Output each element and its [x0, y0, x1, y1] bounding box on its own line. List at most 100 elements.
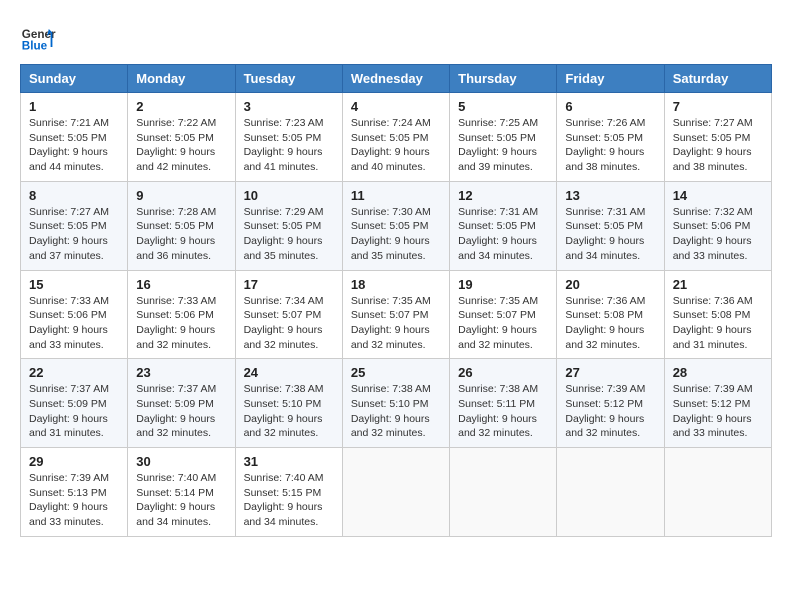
- calendar-cell: 11 Sunrise: 7:30 AM Sunset: 5:05 PM Dayl…: [342, 181, 449, 270]
- day-info: Sunrise: 7:27 AM Sunset: 5:05 PM Dayligh…: [29, 205, 119, 264]
- calendar-cell: 21 Sunrise: 7:36 AM Sunset: 5:08 PM Dayl…: [664, 270, 771, 359]
- day-info: Sunrise: 7:28 AM Sunset: 5:05 PM Dayligh…: [136, 205, 226, 264]
- day-number: 26: [458, 365, 548, 380]
- day-number: 7: [673, 99, 763, 114]
- day-info: Sunrise: 7:39 AM Sunset: 5:12 PM Dayligh…: [673, 382, 763, 441]
- calendar-cell: 6 Sunrise: 7:26 AM Sunset: 5:05 PM Dayli…: [557, 93, 664, 182]
- calendar-cell: 17 Sunrise: 7:34 AM Sunset: 5:07 PM Dayl…: [235, 270, 342, 359]
- day-header-friday: Friday: [557, 65, 664, 93]
- calendar-table: SundayMondayTuesdayWednesdayThursdayFrid…: [20, 64, 772, 537]
- day-info: Sunrise: 7:25 AM Sunset: 5:05 PM Dayligh…: [458, 116, 548, 175]
- day-info: Sunrise: 7:29 AM Sunset: 5:05 PM Dayligh…: [244, 205, 334, 264]
- day-number: 30: [136, 454, 226, 469]
- day-info: Sunrise: 7:30 AM Sunset: 5:05 PM Dayligh…: [351, 205, 441, 264]
- day-header-sunday: Sunday: [21, 65, 128, 93]
- day-number: 25: [351, 365, 441, 380]
- day-number: 15: [29, 277, 119, 292]
- day-info: Sunrise: 7:40 AM Sunset: 5:14 PM Dayligh…: [136, 471, 226, 530]
- day-number: 1: [29, 99, 119, 114]
- day-info: Sunrise: 7:39 AM Sunset: 5:12 PM Dayligh…: [565, 382, 655, 441]
- calendar-cell: 30 Sunrise: 7:40 AM Sunset: 5:14 PM Dayl…: [128, 448, 235, 537]
- page-container: General Blue SundayMondayTuesdayWednesda…: [20, 20, 772, 537]
- day-info: Sunrise: 7:22 AM Sunset: 5:05 PM Dayligh…: [136, 116, 226, 175]
- calendar-cell: 15 Sunrise: 7:33 AM Sunset: 5:06 PM Dayl…: [21, 270, 128, 359]
- calendar-cell: 24 Sunrise: 7:38 AM Sunset: 5:10 PM Dayl…: [235, 359, 342, 448]
- calendar-cell: [342, 448, 449, 537]
- week-row-4: 22 Sunrise: 7:37 AM Sunset: 5:09 PM Dayl…: [21, 359, 772, 448]
- day-number: 5: [458, 99, 548, 114]
- day-number: 20: [565, 277, 655, 292]
- calendar-cell: 9 Sunrise: 7:28 AM Sunset: 5:05 PM Dayli…: [128, 181, 235, 270]
- day-number: 13: [565, 188, 655, 203]
- day-header-tuesday: Tuesday: [235, 65, 342, 93]
- day-header-saturday: Saturday: [664, 65, 771, 93]
- calendar-cell: [557, 448, 664, 537]
- day-number: 21: [673, 277, 763, 292]
- day-info: Sunrise: 7:35 AM Sunset: 5:07 PM Dayligh…: [351, 294, 441, 353]
- calendar-cell: 13 Sunrise: 7:31 AM Sunset: 5:05 PM Dayl…: [557, 181, 664, 270]
- week-row-1: 1 Sunrise: 7:21 AM Sunset: 5:05 PM Dayli…: [21, 93, 772, 182]
- day-number: 11: [351, 188, 441, 203]
- day-info: Sunrise: 7:26 AM Sunset: 5:05 PM Dayligh…: [565, 116, 655, 175]
- calendar-cell: 23 Sunrise: 7:37 AM Sunset: 5:09 PM Dayl…: [128, 359, 235, 448]
- day-info: Sunrise: 7:34 AM Sunset: 5:07 PM Dayligh…: [244, 294, 334, 353]
- day-number: 19: [458, 277, 548, 292]
- day-info: Sunrise: 7:33 AM Sunset: 5:06 PM Dayligh…: [29, 294, 119, 353]
- calendar-cell: [664, 448, 771, 537]
- day-number: 4: [351, 99, 441, 114]
- calendar-cell: 25 Sunrise: 7:38 AM Sunset: 5:10 PM Dayl…: [342, 359, 449, 448]
- calendar-cell: 10 Sunrise: 7:29 AM Sunset: 5:05 PM Dayl…: [235, 181, 342, 270]
- day-number: 10: [244, 188, 334, 203]
- day-number: 27: [565, 365, 655, 380]
- day-info: Sunrise: 7:38 AM Sunset: 5:10 PM Dayligh…: [244, 382, 334, 441]
- calendar-cell: 8 Sunrise: 7:27 AM Sunset: 5:05 PM Dayli…: [21, 181, 128, 270]
- calendar-cell: [450, 448, 557, 537]
- day-number: 24: [244, 365, 334, 380]
- day-number: 12: [458, 188, 548, 203]
- day-header-row: SundayMondayTuesdayWednesdayThursdayFrid…: [21, 65, 772, 93]
- calendar-cell: 14 Sunrise: 7:32 AM Sunset: 5:06 PM Dayl…: [664, 181, 771, 270]
- day-number: 9: [136, 188, 226, 203]
- day-number: 3: [244, 99, 334, 114]
- day-info: Sunrise: 7:37 AM Sunset: 5:09 PM Dayligh…: [29, 382, 119, 441]
- day-number: 6: [565, 99, 655, 114]
- day-header-monday: Monday: [128, 65, 235, 93]
- day-header-wednesday: Wednesday: [342, 65, 449, 93]
- day-info: Sunrise: 7:31 AM Sunset: 5:05 PM Dayligh…: [458, 205, 548, 264]
- day-info: Sunrise: 7:37 AM Sunset: 5:09 PM Dayligh…: [136, 382, 226, 441]
- day-number: 28: [673, 365, 763, 380]
- calendar-cell: 12 Sunrise: 7:31 AM Sunset: 5:05 PM Dayl…: [450, 181, 557, 270]
- day-number: 23: [136, 365, 226, 380]
- logo: General Blue: [20, 20, 56, 56]
- calendar-cell: 20 Sunrise: 7:36 AM Sunset: 5:08 PM Dayl…: [557, 270, 664, 359]
- calendar-cell: 19 Sunrise: 7:35 AM Sunset: 5:07 PM Dayl…: [450, 270, 557, 359]
- calendar-cell: 18 Sunrise: 7:35 AM Sunset: 5:07 PM Dayl…: [342, 270, 449, 359]
- day-header-thursday: Thursday: [450, 65, 557, 93]
- calendar-cell: 26 Sunrise: 7:38 AM Sunset: 5:11 PM Dayl…: [450, 359, 557, 448]
- day-info: Sunrise: 7:31 AM Sunset: 5:05 PM Dayligh…: [565, 205, 655, 264]
- calendar-cell: 5 Sunrise: 7:25 AM Sunset: 5:05 PM Dayli…: [450, 93, 557, 182]
- calendar-cell: 4 Sunrise: 7:24 AM Sunset: 5:05 PM Dayli…: [342, 93, 449, 182]
- day-number: 2: [136, 99, 226, 114]
- calendar-cell: 1 Sunrise: 7:21 AM Sunset: 5:05 PM Dayli…: [21, 93, 128, 182]
- day-info: Sunrise: 7:24 AM Sunset: 5:05 PM Dayligh…: [351, 116, 441, 175]
- header: General Blue: [20, 20, 772, 56]
- logo-icon: General Blue: [20, 20, 56, 56]
- day-number: 16: [136, 277, 226, 292]
- calendar-cell: 28 Sunrise: 7:39 AM Sunset: 5:12 PM Dayl…: [664, 359, 771, 448]
- day-info: Sunrise: 7:38 AM Sunset: 5:10 PM Dayligh…: [351, 382, 441, 441]
- day-number: 14: [673, 188, 763, 203]
- week-row-5: 29 Sunrise: 7:39 AM Sunset: 5:13 PM Dayl…: [21, 448, 772, 537]
- day-number: 8: [29, 188, 119, 203]
- day-info: Sunrise: 7:38 AM Sunset: 5:11 PM Dayligh…: [458, 382, 548, 441]
- calendar-cell: 22 Sunrise: 7:37 AM Sunset: 5:09 PM Dayl…: [21, 359, 128, 448]
- day-number: 22: [29, 365, 119, 380]
- day-number: 18: [351, 277, 441, 292]
- day-number: 29: [29, 454, 119, 469]
- calendar-cell: 31 Sunrise: 7:40 AM Sunset: 5:15 PM Dayl…: [235, 448, 342, 537]
- day-info: Sunrise: 7:39 AM Sunset: 5:13 PM Dayligh…: [29, 471, 119, 530]
- day-info: Sunrise: 7:23 AM Sunset: 5:05 PM Dayligh…: [244, 116, 334, 175]
- day-info: Sunrise: 7:21 AM Sunset: 5:05 PM Dayligh…: [29, 116, 119, 175]
- day-number: 31: [244, 454, 334, 469]
- calendar-cell: 16 Sunrise: 7:33 AM Sunset: 5:06 PM Dayl…: [128, 270, 235, 359]
